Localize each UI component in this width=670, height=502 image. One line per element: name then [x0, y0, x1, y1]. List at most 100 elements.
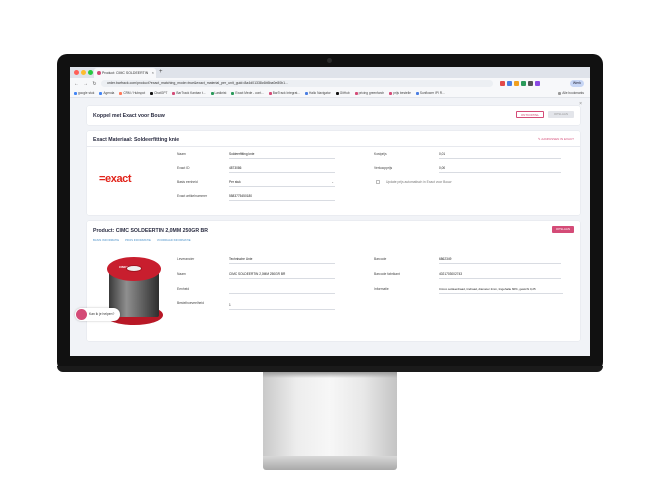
bookmark-icon [150, 91, 154, 95]
manufacturer-barcode-field[interactable]: 4021703002743 [439, 270, 561, 279]
bookmark-item[interactable]: CRM / Hubspot [119, 91, 145, 95]
supplier-field[interactable]: Technische Unie [229, 255, 335, 264]
bookmark-icon [119, 91, 123, 95]
barcode-field[interactable]: 6862349 [439, 255, 561, 264]
sale-price-field[interactable]: 0,00 [439, 164, 561, 173]
tab-voorraad-informatie[interactable]: VOORRAAD INFORMATIE [157, 238, 191, 242]
bookmark-icon [304, 91, 308, 95]
bookmark-item[interactable]: Hallo Navigator [304, 91, 331, 95]
browser-tab[interactable]: Product: CIMC SOLDEERTIN × [94, 68, 156, 78]
bookmarks-bar: google stuk Agenda CRM / Hubspot ChatGPT… [70, 89, 590, 98]
monitor-bezel: Product: CIMC SOLDEERTIN × + ← → ↻ order… [57, 54, 603, 372]
product-name-field[interactable]: CIMC SOLDEERTIN 2,0MM 250GR BR [229, 270, 335, 279]
bookmark-item[interactable]: google stuk [74, 91, 94, 95]
field-label: Leverancier [177, 257, 195, 261]
extension-icon[interactable] [535, 81, 540, 86]
exact-article-number-field[interactable]: 5583775450180 [229, 192, 335, 201]
folder-icon [558, 91, 562, 95]
edit-in-exact-link[interactable]: ✎ AANPASSEN IN EXACT [538, 137, 574, 141]
field-label: Bestelhoeveelheid [177, 301, 204, 305]
auto-update-price-checkbox[interactable] [376, 180, 380, 184]
bookmark-icon [172, 91, 176, 95]
field-label: Informatie [374, 287, 389, 291]
field-label: Basis eenheid [177, 180, 198, 184]
bookmark-icon [99, 91, 103, 95]
exact-logo: =exact [99, 173, 132, 185]
window-controls [74, 70, 93, 75]
order-quantity-field[interactable]: 1 [229, 301, 335, 310]
tab-close-icon[interactable]: × [152, 68, 154, 78]
unlink-button[interactable]: ONTKOPPEL [516, 111, 544, 118]
bookmark-icon [335, 91, 339, 95]
monitor-foot [263, 456, 397, 470]
base-unit-select[interactable]: Per stuk ⌄ [229, 178, 335, 187]
exact-material-title: Exact Materiaal: Soldeerfitting knie [93, 137, 180, 143]
field-label: Barcode fabrikant [374, 272, 400, 276]
field-label: Exact artikelnummer [177, 194, 208, 198]
url-input[interactable]: order.barfrack.com/product?exact_matchin… [101, 80, 493, 87]
bookmark-icon [415, 91, 419, 95]
bookmark-item[interactable]: GitHub [335, 91, 350, 95]
chat-label: Kan ik je helpen? [89, 312, 115, 316]
bookmark-item[interactable]: Lastkrist [210, 91, 226, 95]
back-icon[interactable]: ← [74, 81, 79, 87]
field-label: Eenheid [177, 287, 190, 291]
tab-title: Product: CIMC SOLDEERTIN [102, 71, 149, 75]
product-save-button[interactable]: OPSLAAN [552, 226, 574, 233]
bookmark-item[interactable]: Agenda [99, 91, 114, 95]
camera [327, 58, 332, 63]
extension-icon[interactable] [528, 81, 533, 86]
product-title: Product: CIMC SOLDEERTIN 2,0MM 250GR BR [93, 228, 209, 234]
new-tab-button[interactable]: + [159, 68, 163, 77]
product-subtabs: BASIS INFORMATIE PRIJS INFORMATIE VOORRA… [93, 238, 191, 242]
bookmark-icon [389, 91, 393, 95]
exact-id-field[interactable]: 4873086 [229, 164, 335, 173]
information-field[interactable]: Cimco soldeerdraad, tindraad, diameter 2… [439, 285, 563, 294]
tab-basis-informatie[interactable]: BASIS INFORMATIE [93, 238, 119, 242]
field-label: Exact ID [177, 166, 190, 170]
bookmark-item[interactable]: Sunflower IPI R... [415, 91, 445, 95]
bookmark-item[interactable]: BarTrack Integrat... [268, 91, 300, 95]
name-field[interactable]: Soldeerfitting knie [229, 150, 335, 159]
profile-button[interactable]: Werk [569, 80, 584, 87]
tab-prijs-informatie[interactable]: PRIJS INFORMATIE [125, 238, 151, 242]
field-label: Verkoopprijs [374, 166, 393, 170]
extension-icon[interactable] [514, 81, 519, 86]
bookmark-icon [74, 91, 77, 95]
bookmark-item[interactable]: ChatGPT [150, 91, 167, 95]
browser-tab-bar: Product: CIMC SOLDEERTIN × + [70, 67, 590, 78]
extension-icon[interactable] [500, 81, 505, 86]
unit-field[interactable] [229, 285, 335, 294]
maximize-window-button[interactable] [88, 70, 93, 75]
bookmark-icon [210, 91, 214, 95]
field-label: Naam [177, 272, 186, 276]
monitor-stand [263, 372, 397, 460]
koppel-card: Koppel met Exact voor Bouw ONTKOPPEL OPS… [87, 106, 580, 125]
field-label: Kostprijs [374, 152, 387, 156]
monitor-screen: Product: CIMC SOLDEERTIN × + ← → ↻ order… [70, 67, 590, 356]
bookmark-item[interactable]: pricing greenfarch [354, 91, 384, 95]
bookmark-icon [354, 91, 358, 95]
all-bookmarks[interactable]: Alle bookmarks [558, 91, 590, 95]
chat-widget[interactable]: Kan ik je helpen? [75, 308, 121, 321]
spool-hub [126, 265, 142, 272]
close-window-button[interactable] [74, 70, 79, 75]
forward-icon[interactable]: → [83, 81, 88, 87]
field-label: Naam [177, 152, 186, 156]
page-content: × Koppel met Exact voor Bouw ONTKOPPEL O… [70, 98, 590, 356]
koppel-title: Koppel met Exact voor Bouw [93, 113, 165, 119]
bookmark-item[interactable]: prijs bestelle [389, 91, 411, 95]
bookmark-item[interactable]: Exact Mede - cont... [231, 91, 264, 95]
field-label: Barcode [374, 257, 387, 261]
reload-icon[interactable]: ↻ [92, 81, 97, 87]
cost-price-field[interactable]: 0,01 [439, 150, 561, 159]
minimize-window-button[interactable] [81, 70, 86, 75]
save-button[interactable]: OPSLAAN [548, 111, 574, 118]
extension-icon[interactable] [521, 81, 526, 86]
stage: Product: CIMC SOLDEERTIN × + ← → ↻ order… [0, 0, 670, 502]
extensions [500, 81, 540, 86]
product-card: Product: CIMC SOLDEERTIN 2,0MM 250GR BR … [87, 221, 580, 341]
bookmark-item[interactable]: BarTrack Kanban t... [172, 91, 206, 95]
extension-icon[interactable] [507, 81, 512, 86]
chat-avatar [76, 309, 87, 320]
